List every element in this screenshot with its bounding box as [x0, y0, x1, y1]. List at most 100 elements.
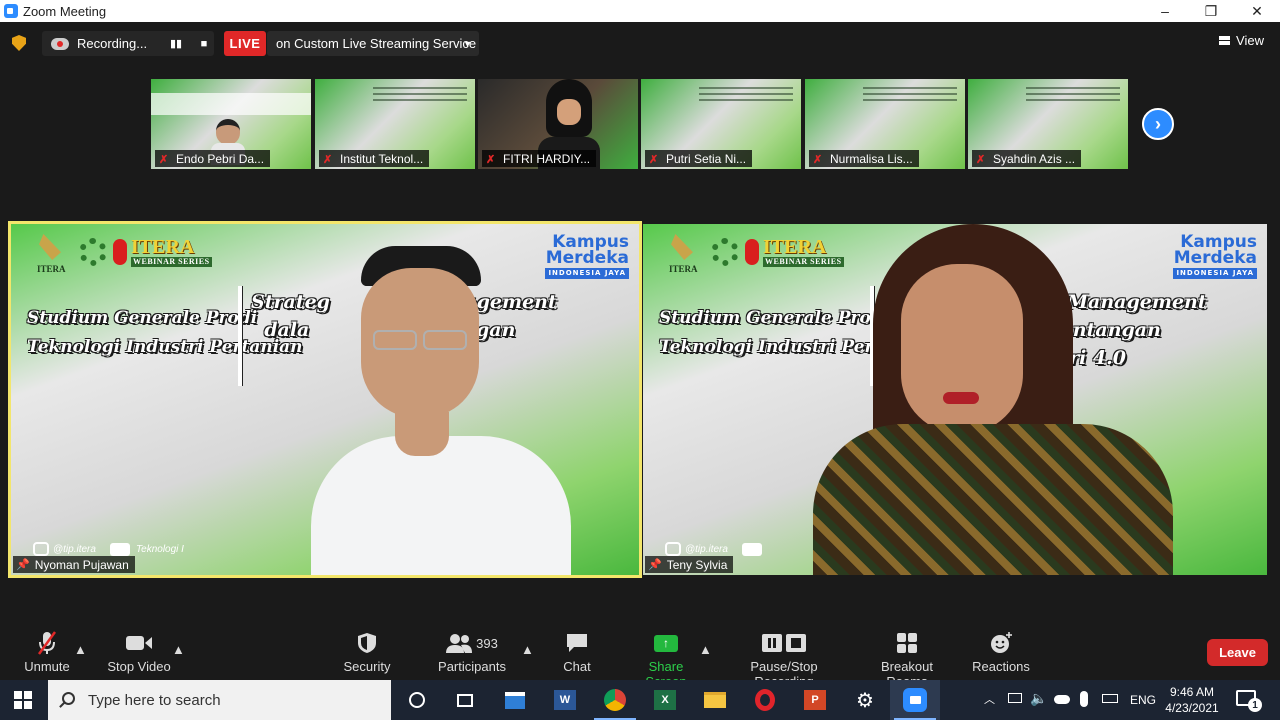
chevron-up-icon[interactable]: ︿: [984, 691, 995, 707]
participants-label: Participants: [438, 659, 506, 674]
speaker-name-tag: 📌 Teny Sylvia: [645, 556, 734, 573]
windows-start-icon[interactable]: [14, 691, 32, 709]
recording-indicator: Recording... ▮▮ ■: [42, 31, 214, 56]
close-button[interactable]: ✕: [1234, 0, 1280, 22]
participant-name-tag: ✗ Endo Pebri Da...: [155, 150, 271, 167]
instagram-icon: [33, 542, 49, 556]
powerpoint-icon[interactable]: P: [790, 680, 840, 720]
video-options-caret[interactable]: ▲: [172, 642, 185, 657]
stop-recording-button[interactable]: ■: [194, 34, 214, 53]
participant-thumbnail[interactable]: ✗ Institut Teknol...: [315, 79, 475, 169]
participants-button[interactable]: 393 Participants: [437, 630, 507, 674]
window-controls: – ❐ ✕: [1142, 0, 1280, 22]
stop-video-button[interactable]: Stop Video: [106, 630, 172, 674]
battery-icon[interactable]: [1102, 694, 1118, 703]
gear-logo-icon: [711, 238, 739, 266]
participant-name: Syahdin Azis ...: [993, 152, 1076, 166]
muted-mic-icon: [37, 631, 57, 655]
slide-social-links: @tip.itera: [665, 542, 768, 556]
security-label: Security: [343, 659, 391, 674]
chat-button[interactable]: Chat: [562, 630, 592, 674]
view-button[interactable]: View: [1219, 33, 1264, 48]
muted-mic-icon: ✗: [323, 154, 333, 166]
participant-name-tag: ✗ FITRI HARDIY...: [482, 150, 597, 167]
leave-button[interactable]: Leave: [1207, 639, 1268, 666]
settings-gear-icon[interactable]: ⚙: [840, 680, 890, 720]
clock-time: 9:46 AM: [1169, 685, 1215, 699]
stream-service-label: on Custom Live Streaming Service: [276, 36, 477, 51]
store-icon[interactable]: [490, 680, 540, 720]
pause-recording-button[interactable]: ▮▮: [166, 34, 186, 53]
speaker-name-tag: 📌 Nyoman Pujawan: [13, 556, 135, 573]
maximize-button[interactable]: ❐: [1188, 0, 1234, 22]
meeting-controls-toolbar: Unmute ▲ Stop Video ▲ Security 393 Parti…: [0, 622, 1280, 689]
webinar-series-logo: ITERA WEBINAR SERIES: [131, 236, 212, 267]
opera-icon[interactable]: [740, 680, 790, 720]
speaker-video: [311, 246, 571, 575]
notification-center-icon[interactable]: 1: [1236, 690, 1262, 712]
excel-icon[interactable]: X: [640, 680, 690, 720]
instagram-icon: [665, 542, 681, 556]
language-indicator[interactable]: ENG: [1130, 693, 1156, 707]
file-explorer-icon[interactable]: [690, 680, 740, 720]
minimize-button[interactable]: –: [1142, 0, 1188, 22]
windows-taskbar: Type here to search W X P ⚙ ︿ 🔈 ENG 9:46…: [0, 680, 1280, 720]
participant-thumbnail[interactable]: ✗ Nurmalisa Lis...: [805, 79, 965, 169]
muted-mic-icon: ✗: [159, 154, 169, 166]
speaker-video-tile[interactable]: ITERA ITERA WEBINAR SERIES Kampus Merdeka …: [643, 224, 1267, 575]
microphone-tray-icon[interactable]: [1080, 691, 1088, 707]
participant-count: 393: [476, 635, 498, 651]
network-icon[interactable]: [1008, 693, 1022, 703]
encryption-shield-icon[interactable]: [12, 35, 26, 51]
itera-logo: ITERA: [663, 234, 703, 274]
chevron-down-icon: ▼: [463, 39, 472, 49]
zoom-app-icon: [4, 4, 18, 18]
smiley-plus-icon: [991, 632, 1012, 653]
next-page-arrow-icon[interactable]: ›: [1142, 108, 1174, 140]
search-icon: [62, 692, 75, 705]
share-options-caret[interactable]: ▲: [699, 642, 712, 657]
participant-thumbnail[interactable]: ✗ Putri Setia Ni...: [641, 79, 801, 169]
reactions-label: Reactions: [972, 659, 1030, 674]
participant-name-tag: ✗ Institut Teknol...: [319, 150, 430, 167]
cloud-recording-icon: [51, 37, 69, 50]
search-placeholder: Type here to search: [88, 691, 221, 709]
speaker-volume-icon[interactable]: 🔈: [1030, 690, 1047, 707]
pin-icon: 📌: [16, 559, 30, 571]
chat-bubble-icon: [567, 634, 587, 652]
muted-mic-icon: ✗: [976, 154, 986, 166]
cortana-icon[interactable]: [392, 680, 442, 720]
participant-thumbnail[interactable]: ✗ Endo Pebri Da...: [151, 79, 311, 169]
gallery-view-icon: [1219, 36, 1231, 45]
participant-thumbnail[interactable]: ✗ Syahdin Azis ...: [968, 79, 1128, 169]
taskbar-search-box[interactable]: Type here to search: [48, 680, 391, 720]
onedrive-cloud-icon[interactable]: [1054, 695, 1070, 704]
chrome-icon[interactable]: [590, 680, 640, 720]
clock-date: 4/23/2021: [1165, 701, 1219, 715]
share-screen-icon: ↑: [654, 634, 678, 652]
participant-name: Putri Setia Ni...: [666, 152, 747, 166]
shield-icon: [358, 633, 376, 653]
muted-mic-icon: ✗: [813, 154, 823, 166]
speaker-name: Nyoman Pujawan: [34, 557, 129, 572]
participant-name: Nurmalisa Lis...: [830, 152, 913, 166]
word-icon[interactable]: W: [540, 680, 590, 720]
live-badge[interactable]: LIVE: [224, 31, 266, 56]
task-view-icon[interactable]: [440, 680, 490, 720]
reactions-button[interactable]: Reactions: [972, 630, 1030, 674]
speaker-video-tile[interactable]: ITERA ITERA WEBINAR SERIES Kampus Merdeka …: [8, 221, 642, 578]
unmute-button[interactable]: Unmute: [20, 630, 74, 674]
security-button[interactable]: Security: [343, 630, 391, 674]
participant-thumbnail[interactable]: ✗ FITRI HARDIY...: [478, 79, 638, 169]
slide-logo-row: ITERA ITERA WEBINAR SERIES: [31, 234, 212, 274]
window-title: Zoom Meeting: [23, 3, 107, 19]
stream-service-dropdown[interactable]: on Custom Live Streaming Service ▼: [267, 31, 479, 56]
participants-options-caret[interactable]: ▲: [521, 642, 534, 657]
audio-options-caret[interactable]: ▲: [74, 642, 87, 657]
pause-stop-icon: [762, 634, 806, 652]
itera-logo: ITERA: [31, 234, 71, 274]
recording-label: Recording...: [77, 36, 148, 51]
zoom-taskbar-icon[interactable]: [890, 680, 940, 720]
notification-badge: 1: [1248, 698, 1262, 712]
taskbar-clock[interactable]: 9:46 AM 4/23/2021: [1163, 684, 1221, 716]
